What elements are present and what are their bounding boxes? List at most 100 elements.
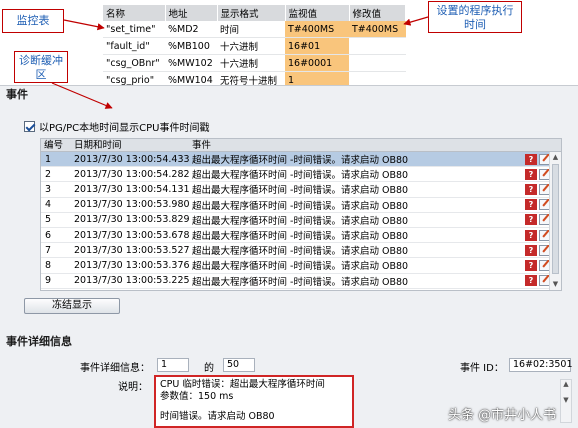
event-description: 超出最大程序循环时间 -时间错误。请求启动 OB80 <box>192 215 409 227</box>
event-datetime: 2013/7/30 13:00:53.678 <box>74 229 189 241</box>
event-row[interactable]: 8 2013/7/30 13:00:53.376 超出最大程序循环时间 -时间错误。… <box>41 258 561 274</box>
event-id-label: 事件 ID： <box>460 363 504 374</box>
description-label: 说明： <box>118 382 148 393</box>
callout-monitor-table: 监控表 <box>2 9 64 33</box>
event-id-field: 16#02:3501 <box>509 358 573 372</box>
event-row[interactable]: 6 2013/7/30 13:00:53.678 超出最大程序循环时间 -时间错误。… <box>41 228 561 244</box>
watch-address: %MW102 <box>165 54 217 72</box>
events-rows: 1 2013/7/30 13:00:54.433 超出最大程序循环时间 -时间错误。… <box>41 152 561 289</box>
watch-table-header: 名称 地址 显示格式 监视值 修改值 <box>103 5 406 21</box>
diagnostics-panel: 事件 以PG/PC本地时间显示CPU事件时间戳 编号 日期和时间 事件 1 201… <box>0 85 578 428</box>
event-description: 超出最大程序循环时间 -时间错误。请求启动 OB80 <box>192 170 409 182</box>
help-icon[interactable]: ? <box>525 229 537 241</box>
event-description: 超出最大程序循环时间 -时间错误。请求启动 OB80 <box>192 155 409 167</box>
event-description: 超出最大程序循环时间 -时间错误。请求启动 OB80 <box>192 261 409 273</box>
watch-monitor-value: 16#0001 <box>285 54 349 72</box>
help-icon[interactable]: ? <box>525 168 537 180</box>
description-scrollbar[interactable]: ▲ ▼ <box>560 379 572 423</box>
col-number-header[interactable]: 编号 <box>41 139 71 151</box>
event-datetime: 2013/7/30 13:00:53.225 <box>74 275 189 287</box>
scroll-thumb[interactable] <box>552 164 559 274</box>
watch-modify-value[interactable]: T#400MS <box>349 21 406 38</box>
watch-format[interactable]: 十六进制 <box>217 37 285 55</box>
event-details-index-field[interactable]: 1 <box>157 358 189 372</box>
event-datetime: 2013/7/30 13:00:54.131 <box>74 183 189 195</box>
events-scrollbar[interactable]: ▲ ▼ <box>549 152 561 290</box>
col-format-header: 显示格式 <box>217 5 286 21</box>
description-box: CPU 临时错误：超出最大程序循环时间 参数值：150 ms 时间错误。请求启动… <box>154 375 354 428</box>
event-details-title: 事件详细信息 <box>6 335 72 348</box>
arrow-to-watch-table <box>63 19 105 31</box>
watch-row[interactable]: "fault_id" %MB100 十六进制 16#01 <box>103 37 406 55</box>
event-number: 4 <box>45 199 52 211</box>
events-grid: 编号 日期和时间 事件 1 2013/7/30 13:00:54.433 超出最大程… <box>40 138 562 291</box>
freeze-display-button[interactable]: 冻结显示 <box>24 298 120 314</box>
watch-name: "fault_id" <box>103 37 165 55</box>
event-description: 超出最大程序循环时间 -时间错误。请求启动 OB80 <box>192 200 409 212</box>
event-number: 1 <box>45 153 52 165</box>
help-icon[interactable]: ? <box>525 214 537 226</box>
callout-diagnostic-buffer: 诊断缓冲区 <box>14 51 68 83</box>
col-name-header: 名称 <box>103 5 166 21</box>
help-icon[interactable]: ? <box>525 244 537 256</box>
description-line: CPU 临时错误：超出最大程序循环时间 <box>160 379 325 390</box>
event-row[interactable]: 1 2013/7/30 13:00:54.433 超出最大程序循环时间 -时间错误。… <box>41 152 561 168</box>
event-description: 超出最大程序循环时间 -时间错误。请求启动 OB80 <box>192 246 409 258</box>
watch-address: %MB100 <box>165 37 217 55</box>
watch-format[interactable]: 十六进制 <box>217 54 285 72</box>
local-time-checkbox[interactable] <box>24 121 35 132</box>
event-row[interactable]: 9 2013/7/30 13:00:53.225 超出最大程序循环时间 -时间错误。… <box>41 274 561 289</box>
event-details-total-field: 50 <box>223 358 255 372</box>
col-modify-header: 修改值 <box>349 5 406 21</box>
event-number: 3 <box>45 183 52 195</box>
col-datetime-header[interactable]: 日期和时间 <box>71 139 189 151</box>
event-row[interactable]: 2 2013/7/30 13:00:54.282 超出最大程序循环时间 -时间错误。… <box>41 167 561 183</box>
event-description: 超出最大程序循环时间 -时间错误。请求启动 OB80 <box>192 231 409 243</box>
event-datetime: 2013/7/30 13:00:54.433 <box>74 153 189 165</box>
watch-name: "csg_OBnr" <box>103 54 165 72</box>
help-icon[interactable]: ? <box>525 199 537 211</box>
scroll-down-icon[interactable]: ▼ <box>550 279 561 290</box>
event-number: 6 <box>45 229 52 241</box>
help-icon[interactable]: ? <box>525 275 537 287</box>
col-address-header: 地址 <box>165 5 218 21</box>
watch-row[interactable]: "csg_OBnr" %MW102 十六进制 16#0001 <box>103 54 406 72</box>
events-title: 事件 <box>6 88 28 101</box>
event-datetime: 2013/7/30 13:00:54.282 <box>74 168 189 180</box>
help-icon[interactable]: ? <box>525 259 537 271</box>
local-time-checkbox-label: 以PG/PC本地时间显示CPU事件时间戳 <box>39 123 210 134</box>
description-line: 时间错误。请求启动 OB80 <box>160 411 275 422</box>
event-row[interactable]: 4 2013/7/30 13:00:53.980 超出最大程序循环时间 -时间错误。… <box>41 198 561 213</box>
watermark: 头条 @市井小人书 <box>448 408 557 423</box>
help-icon[interactable]: ? <box>525 153 537 165</box>
callout-set-program-time: 设置的程序执行时间 <box>428 1 522 33</box>
event-number: 7 <box>45 244 52 256</box>
scroll-up-icon[interactable]: ▲ <box>550 152 561 163</box>
watch-modify-value[interactable] <box>349 54 406 72</box>
event-number: 8 <box>45 259 52 271</box>
watch-format[interactable]: 时间 <box>217 21 285 38</box>
help-icon[interactable]: ? <box>525 183 537 195</box>
of-label: 的 <box>204 363 214 374</box>
watch-address: %MD2 <box>165 21 217 38</box>
event-row[interactable]: 5 2013/7/30 13:00:53.829 超出最大程序循环时间 -时间错误。… <box>41 213 561 228</box>
event-number: 5 <box>45 214 52 226</box>
event-details-label: 事件详细信息： <box>80 363 150 374</box>
watch-table: 名称 地址 显示格式 监视值 修改值 "set_time" %MD2 时间 T#… <box>103 5 406 89</box>
event-datetime: 2013/7/30 13:00:53.829 <box>74 214 189 226</box>
event-row[interactable]: 7 2013/7/30 13:00:53.527 超出最大程序循环时间 -时间错误。… <box>41 243 561 259</box>
local-time-checkbox-row[interactable]: 以PG/PC本地时间显示CPU事件时间戳 <box>24 119 210 134</box>
watch-modify-value[interactable] <box>349 37 406 55</box>
watch-row[interactable]: "set_time" %MD2 时间 T#400MS T#400MS <box>103 21 406 38</box>
event-description: 超出最大程序循环时间 -时间错误。请求启动 OB80 <box>192 185 409 197</box>
event-description: 超出最大程序循环时间 -时间错误。请求启动 OB80 <box>192 276 409 288</box>
watch-monitor-value: T#400MS <box>285 21 349 38</box>
events-grid-header: 编号 日期和时间 事件 <box>41 139 561 152</box>
arrow-to-set-time <box>403 16 429 26</box>
event-datetime: 2013/7/30 13:00:53.376 <box>74 259 189 271</box>
col-monitor-header: 监视值 <box>285 5 350 21</box>
watch-monitor-value: 16#01 <box>285 37 349 55</box>
watch-name: "set_time" <box>103 21 165 38</box>
event-row[interactable]: 3 2013/7/30 13:00:54.131 超出最大程序循环时间 -时间错误。… <box>41 182 561 198</box>
col-event-header[interactable]: 事件 <box>189 139 525 151</box>
